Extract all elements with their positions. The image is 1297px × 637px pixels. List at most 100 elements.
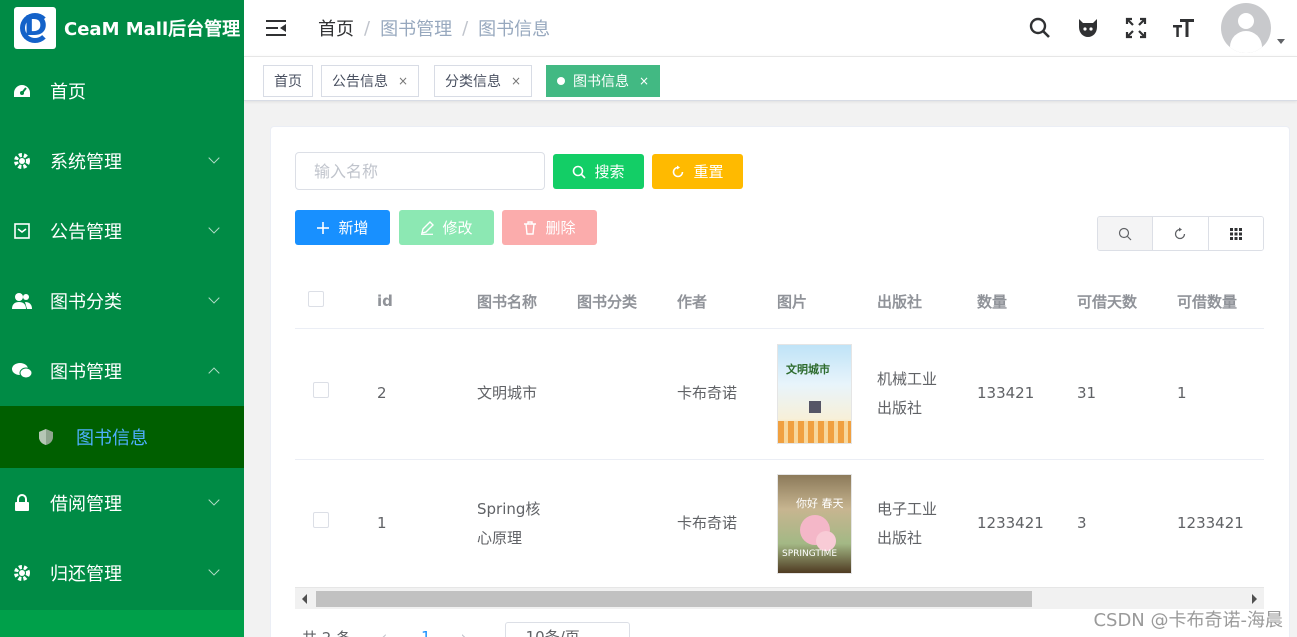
hamburger-icon[interactable] — [266, 20, 286, 36]
chevron-down-icon — [208, 152, 220, 164]
cell-category — [567, 459, 667, 587]
column-header[interactable]: 图片 — [767, 275, 867, 329]
cell-name: 文明城市 — [467, 328, 567, 460]
column-header[interactable]: 图书名称 — [467, 275, 567, 329]
sidebar-item-label: 借阅管理 — [50, 494, 122, 515]
table-row[interactable]: 1 Spring核心原理 卡布奇诺 你好 春天 SPRINGTIME 电子工业出… — [295, 459, 1264, 587]
sidebar-item-label: 图书分类 — [50, 292, 122, 313]
grid-icon — [1229, 227, 1242, 240]
sidebar-item-return[interactable]: 归还管理 — [0, 538, 244, 608]
column-header[interactable]: 图书分类 — [567, 275, 667, 329]
reset-button[interactable]: 重置 — [652, 154, 743, 189]
breadcrumb-home[interactable]: 首页 — [318, 15, 354, 41]
sidebar-item-home[interactable]: 首页 — [0, 56, 244, 126]
search-icon — [572, 165, 587, 179]
gear-icon — [12, 563, 32, 583]
navbar: 首页 / 图书管理 / 图书信息 — [244, 0, 1297, 56]
lock-icon — [12, 493, 32, 513]
github-icon[interactable] — [1075, 15, 1101, 41]
avatar[interactable] — [1221, 3, 1271, 53]
breadcrumb: 首页 / 图书管理 / 图书信息 — [318, 15, 550, 41]
qr-code-icon — [809, 400, 821, 413]
columns-button[interactable] — [1208, 217, 1263, 250]
cell-name: Spring核心原理 — [467, 459, 567, 587]
tag-label: 公告信息 — [332, 74, 388, 90]
search-icon — [1119, 227, 1132, 240]
sidebar-item-borrow[interactable]: 借阅管理 — [0, 468, 244, 538]
sidebar-subitem-label: 图书信息 — [76, 428, 148, 449]
scrollbar-thumb[interactable] — [316, 591, 1032, 607]
add-button[interactable]: 新增 — [295, 210, 390, 245]
dashboard-icon — [12, 81, 32, 101]
column-header[interactable]: 可借数量 — [1167, 275, 1264, 329]
column-header[interactable]: 作者 — [667, 275, 767, 329]
fullscreen-icon[interactable] — [1123, 15, 1149, 41]
font-size-icon[interactable] — [1171, 15, 1197, 41]
search-button[interactable]: 搜索 — [553, 154, 644, 189]
refresh-icon — [671, 165, 685, 179]
app-title: CeaM Mall后台管理 — [64, 19, 241, 40]
column-header[interactable]: id — [367, 275, 467, 329]
table-row[interactable]: 2 文明城市 卡布奇诺 文明城市 机械工业出版社 133421 31 1 — [295, 328, 1264, 460]
edit-button[interactable]: 修改 — [399, 210, 494, 245]
sidebar-item-book-management[interactable]: 图书管理 — [0, 336, 244, 406]
active-dot-icon — [557, 77, 565, 85]
shield-icon — [38, 428, 56, 446]
refresh-icon — [1175, 227, 1186, 239]
breadcrumb-book-info: 图书信息 — [478, 19, 551, 40]
search-icon[interactable] — [1027, 15, 1053, 41]
book-cover-image[interactable]: 你好 春天 SPRINGTIME — [777, 473, 852, 574]
close-icon[interactable]: × — [639, 74, 649, 88]
users-icon — [12, 291, 32, 311]
search-button-label: 搜索 — [594, 163, 625, 181]
logo-icon: D — [14, 7, 56, 49]
sidebar-item-notice[interactable]: 公告管理 — [0, 196, 244, 266]
scroll-left-icon[interactable] — [302, 594, 307, 604]
tag-label: 首页 — [274, 74, 302, 90]
column-header[interactable]: 数量 — [967, 275, 1067, 329]
sidebar-item-system[interactable]: 系统管理 — [0, 126, 244, 196]
next-page-button[interactable]: › — [461, 628, 467, 637]
sidebar-subitem-book-info[interactable]: 图书信息 — [0, 406, 244, 468]
refresh-button[interactable] — [1153, 217, 1209, 250]
book-cover-image[interactable]: 文明城市 — [777, 343, 852, 444]
pagination: 共 2 条 ‹ 1 › 10条/页 — [302, 622, 630, 637]
close-icon[interactable]: × — [398, 74, 408, 88]
toggle-search-button[interactable] — [1098, 217, 1154, 250]
edit-button-label: 修改 — [442, 219, 473, 237]
chevron-down-icon — [208, 564, 220, 576]
sidebar-item-label: 公告管理 — [50, 222, 122, 243]
cell-count: 1233421 — [967, 459, 1067, 587]
row-checkbox[interactable] — [313, 512, 329, 528]
delete-button[interactable]: 删除 — [502, 210, 597, 245]
cell-category — [567, 328, 667, 460]
page-number-current[interactable]: 1 — [421, 628, 431, 637]
close-icon[interactable]: × — [511, 74, 521, 88]
column-header[interactable]: 可借天数 — [1067, 275, 1167, 329]
select-all-checkbox[interactable] — [308, 291, 324, 308]
logo: D CeaM Mall后台管理 — [0, 0, 244, 56]
table-toolbar — [1097, 216, 1264, 251]
sidebar-item-label: 归还管理 — [50, 564, 122, 585]
tag-notice-info[interactable]: 公告信息 × — [321, 65, 420, 97]
delete-button-label: 删除 — [545, 219, 576, 237]
plus-icon — [316, 221, 330, 235]
page-size-select[interactable]: 10条/页 — [504, 622, 630, 637]
cell-id: 2 — [367, 328, 467, 460]
tag-home[interactable]: 首页 — [263, 65, 313, 97]
edit-icon — [420, 220, 435, 235]
cover-title: 你好 春天 — [796, 496, 844, 510]
tag-category-info[interactable]: 分类信息 × — [434, 65, 533, 97]
column-header[interactable]: 出版社 — [867, 275, 967, 329]
caret-down-icon[interactable] — [1277, 38, 1285, 44]
tag-book-info[interactable]: 图书信息 × — [546, 65, 661, 97]
search-input[interactable] — [295, 152, 545, 190]
watermark: CSDN @卡布奇诺-海晨 — [1093, 610, 1283, 631]
gear-icon — [12, 151, 32, 171]
prev-page-button[interactable]: ‹ — [381, 628, 387, 637]
scroll-right-icon[interactable] — [1252, 594, 1257, 604]
notice-icon — [12, 221, 32, 241]
chevron-down-icon — [208, 292, 220, 304]
row-checkbox[interactable] — [313, 382, 329, 398]
sidebar-item-book-category[interactable]: 图书分类 — [0, 266, 244, 336]
